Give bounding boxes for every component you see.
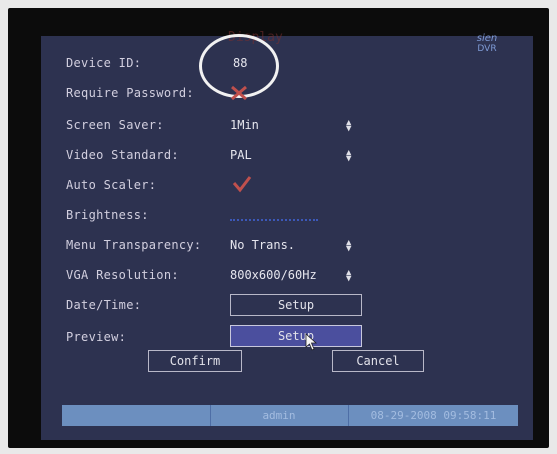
status-empty-cell [62, 405, 211, 426]
menu-transparency-select[interactable]: No Trans. [230, 238, 295, 252]
preview-label: Preview: [66, 330, 127, 344]
date-time-label: Date/Time: [66, 298, 142, 312]
spinner-icon[interactable]: ▲ ▼ [346, 149, 351, 164]
cancel-button[interactable]: Cancel [332, 350, 424, 372]
svg-text:sien: sien [477, 33, 497, 44]
logo-mark-icon: sien DVR [477, 33, 497, 54]
mouse-cursor-icon [305, 333, 319, 355]
svg-text:DVR: DVR [477, 44, 496, 54]
require-password-label: Require Password: [66, 86, 194, 100]
video-standard-select[interactable]: PAL [230, 148, 252, 162]
spinner-icon[interactable]: ▲ ▼ [346, 119, 351, 134]
vga-resolution-select[interactable]: 800x600/60Hz [230, 268, 317, 282]
preview-setup-button[interactable]: Setup [230, 325, 362, 347]
video-standard-label: Video Standard: [66, 148, 179, 162]
auto-scaler-checkbox[interactable] [232, 175, 252, 193]
brightness-slider[interactable] [230, 205, 318, 221]
brightness-label: Brightness: [66, 208, 149, 222]
monitor-frame [8, 8, 549, 448]
spinner-icon[interactable]: ▲ ▼ [346, 269, 351, 284]
cross-icon [231, 85, 247, 101]
brand-logo: sien DVR [470, 32, 504, 56]
status-bar: admin 08-29-2008 09:58:11 [62, 405, 518, 426]
date-time-setup-button[interactable]: Setup [230, 294, 362, 316]
require-password-checkbox[interactable] [229, 84, 247, 101]
auto-scaler-label: Auto Scaler: [66, 178, 157, 192]
screen-saver-label: Screen Saver: [66, 118, 164, 132]
spinner-icon[interactable]: ▲ ▼ [346, 239, 351, 254]
confirm-button[interactable]: Confirm [148, 350, 242, 372]
device-id-label: Device ID: [66, 56, 142, 70]
status-datetime: 08-29-2008 09:58:11 [370, 409, 497, 422]
menu-transparency-label: Menu Transparency: [66, 238, 202, 252]
checkmark-icon [232, 176, 252, 193]
vga-resolution-label: VGA Resolution: [66, 268, 179, 282]
screen-saver-select[interactable]: 1Min [230, 118, 259, 132]
status-user: admin [210, 405, 349, 426]
